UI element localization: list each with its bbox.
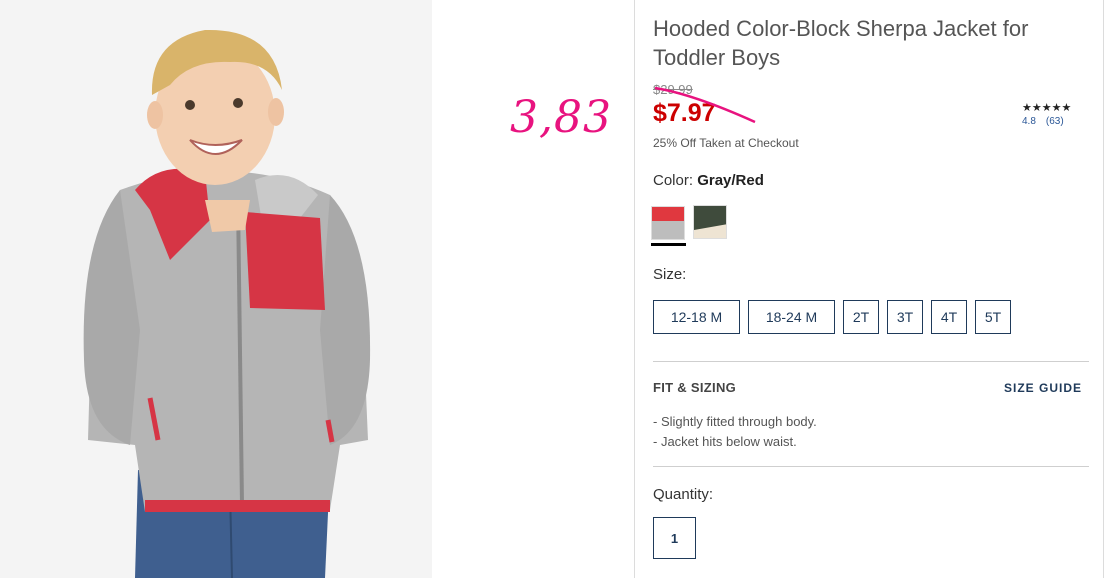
quantity-label: Quantity: — [653, 486, 714, 503]
product-image[interactable] — [0, 0, 432, 578]
swatch-gray-red-icon — [652, 207, 684, 239]
selected-swatch-indicator — [651, 243, 686, 246]
list-item: - Slightly fitted through body. — [653, 414, 817, 429]
size-label: Size: — [653, 266, 687, 283]
swatch-olive-cream[interactable] — [693, 205, 727, 239]
size-button-2t[interactable]: 2T — [843, 300, 879, 334]
handwritten-price-annotation: 3,83 — [510, 92, 612, 143]
column-divider-right — [1103, 0, 1104, 578]
quantity-selector[interactable]: 1 — [653, 517, 696, 559]
swatch-olive-cream-icon — [694, 206, 726, 238]
fit-sizing-heading[interactable]: FIT & SIZING — [653, 380, 736, 395]
swatch-gray-red[interactable] — [651, 206, 685, 240]
list-item: - Jacket hits below waist. — [653, 434, 797, 449]
sale-price: $7.97 — [653, 99, 716, 127]
fit-sizing-list: - Slightly fitted through body. - Jacket… — [653, 412, 817, 452]
color-label-prefix: Color: — [653, 172, 698, 189]
selected-color-value: Gray/Red — [697, 172, 764, 189]
size-button-5t[interactable]: 5T — [975, 300, 1011, 334]
section-divider — [653, 361, 1089, 362]
original-price: $29.99 — [653, 82, 693, 97]
size-button-4t[interactable]: 4T — [931, 300, 967, 334]
rating-score: 4.8 — [1022, 116, 1036, 127]
size-button-18-24m[interactable]: 18-24 M — [748, 300, 835, 334]
product-details-panel: Hooded Color-Block Sherpa Jacket for Tod… — [651, 0, 1092, 578]
product-title: Hooded Color-Block Sherpa Jacket for Tod… — [653, 16, 1029, 70]
review-count[interactable]: (63) — [1046, 116, 1064, 127]
rating-widget[interactable]: ★★★★★ 4.8 (63) — [1022, 102, 1092, 127]
color-label: Color: Gray/Red — [653, 172, 764, 189]
section-divider — [653, 466, 1089, 467]
column-divider — [634, 0, 635, 578]
size-button-12-18m[interactable]: 12-18 M — [653, 300, 740, 334]
size-guide-link[interactable]: SIZE GUIDE — [1004, 381, 1082, 395]
promo-text: 25% Off Taken at Checkout — [653, 136, 799, 150]
size-options: 12-18 M 18-24 M 2T 3T 4T 5T — [653, 300, 1019, 334]
star-rating-icon: ★★★★★ — [1022, 102, 1072, 114]
size-button-3t[interactable]: 3T — [887, 300, 923, 334]
